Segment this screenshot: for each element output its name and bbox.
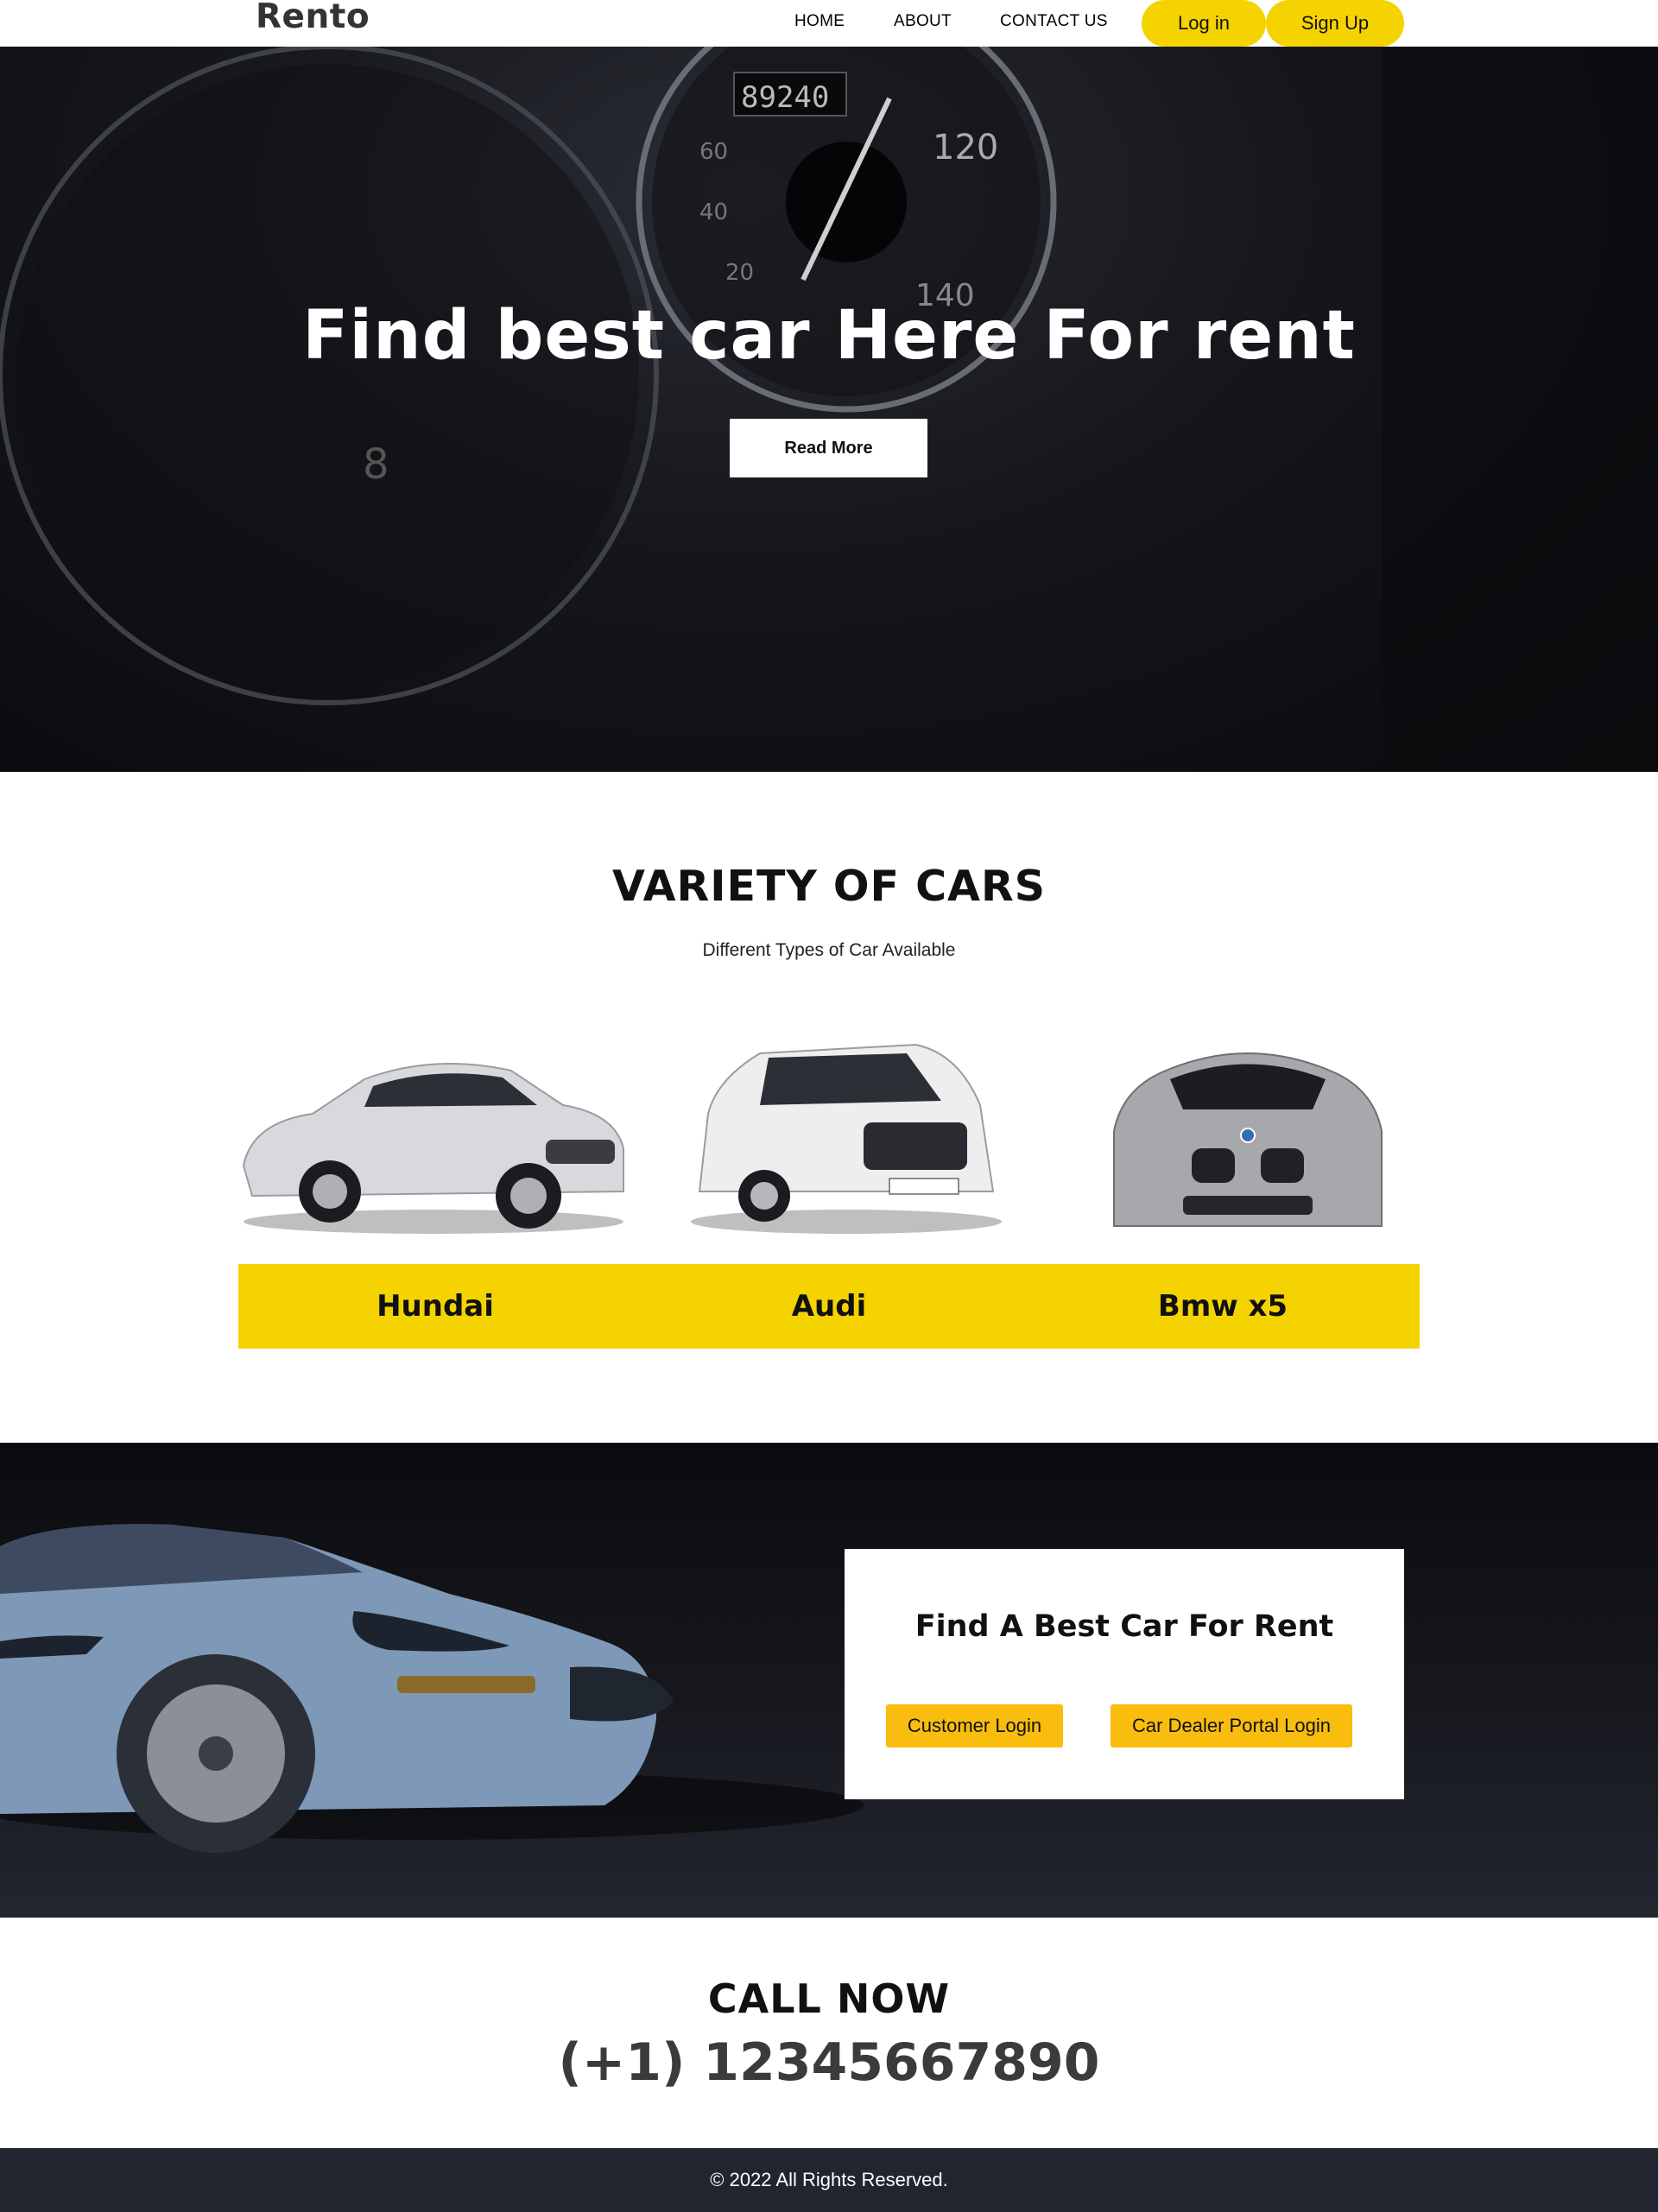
promo-section: Find A Best Car For Rent Customer Login … bbox=[0, 1443, 1658, 1918]
speedometer-background-image: 89240 60 40 20 120 140 8 bbox=[0, 47, 1658, 772]
promo-card: Find A Best Car For Rent Customer Login … bbox=[845, 1549, 1404, 1799]
nav-link-home[interactable]: HOME bbox=[794, 12, 845, 31]
nav-link-contact[interactable]: CONTACT US bbox=[1000, 12, 1108, 31]
svg-text:40: 40 bbox=[699, 199, 728, 225]
nav-link-about[interactable]: ABOUT bbox=[894, 12, 952, 31]
phone-number[interactable]: (+1) 12345667890 bbox=[0, 2032, 1658, 2093]
site-logo[interactable]: Rento bbox=[256, 0, 370, 35]
car-name-hundai[interactable]: Hundai bbox=[306, 1264, 565, 1349]
car-name-bmw[interactable]: Bmw x5 bbox=[1093, 1264, 1352, 1349]
copyright-text: © 2022 All Rights Reserved. bbox=[710, 2169, 948, 2190]
promo-title: Find A Best Car For Rent bbox=[914, 1609, 1334, 1644]
svg-text:20: 20 bbox=[725, 260, 754, 286]
svg-text:60: 60 bbox=[699, 139, 728, 165]
call-now-title: CALL NOW bbox=[707, 1975, 951, 2022]
svg-text:120: 120 bbox=[933, 128, 998, 167]
car-names-bar: Hundai Audi Bmw x5 bbox=[238, 1264, 1420, 1349]
hyundai-car-image[interactable] bbox=[235, 1019, 632, 1243]
footer: © 2022 All Rights Reserved. bbox=[0, 2148, 1658, 2212]
variety-subtitle: Different Types of Car Available bbox=[702, 940, 956, 960]
bmw-car-image[interactable] bbox=[1097, 1019, 1399, 1243]
navbar: Rento HOME ABOUT CONTACT US Log in Sign … bbox=[0, 0, 1658, 47]
customer-login-button[interactable]: Customer Login bbox=[886, 1704, 1063, 1747]
svg-text:89240: 89240 bbox=[741, 80, 829, 115]
dealer-portal-login-button[interactable]: Car Dealer Portal Login bbox=[1111, 1704, 1352, 1747]
audi-car-image[interactable] bbox=[682, 1019, 1010, 1243]
login-button[interactable]: Log in bbox=[1142, 0, 1266, 47]
blue-convertible-image bbox=[0, 1524, 864, 1853]
hero-section: 89240 60 40 20 120 140 8 Find best car H… bbox=[0, 47, 1658, 772]
variety-title: VARIETY OF CARS bbox=[611, 862, 1046, 911]
svg-text:8: 8 bbox=[363, 440, 389, 489]
signup-button[interactable]: Sign Up bbox=[1266, 0, 1404, 47]
read-more-button[interactable]: Read More bbox=[730, 419, 927, 477]
car-name-audi[interactable]: Audi bbox=[699, 1264, 959, 1349]
hero-title: Find best car Here For rent bbox=[302, 297, 1356, 375]
